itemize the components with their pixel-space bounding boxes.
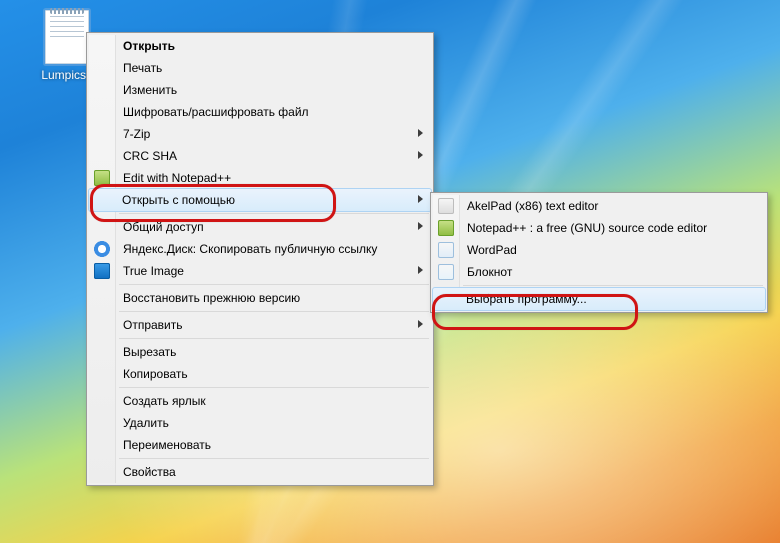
menu-item-restore-version[interactable]: Восстановить прежнюю версию (89, 287, 431, 309)
menu-item-crcsha[interactable]: CRC SHA (89, 145, 431, 167)
menu-separator (119, 387, 429, 388)
open-with-submenu: AkelPad (x86) text editor Notepad++ : a … (430, 192, 768, 313)
menu-item-sharing[interactable]: Общий доступ (89, 216, 431, 238)
menu-item-print[interactable]: Печать (89, 57, 431, 79)
chevron-right-icon (418, 195, 423, 203)
menu-item-properties[interactable]: Свойства (89, 461, 431, 483)
menu-item-yandex-disk[interactable]: Яндекс.Диск: Скопировать публичную ссылк… (89, 238, 431, 260)
menu-item-true-image[interactable]: True Image (89, 260, 431, 282)
submenu-item-akelpad[interactable]: AkelPad (x86) text editor (433, 195, 765, 217)
menu-separator (119, 213, 429, 214)
submenu-item-choose-program[interactable]: Выбрать программу... (432, 287, 766, 311)
notepad-icon (438, 264, 454, 280)
menu-separator (119, 458, 429, 459)
submenu-item-wordpad[interactable]: WordPad (433, 239, 765, 261)
menu-item-cut[interactable]: Вырезать (89, 341, 431, 363)
yandex-disk-icon (94, 241, 110, 257)
menu-item-copy[interactable]: Копировать (89, 363, 431, 385)
chevron-right-icon (418, 266, 423, 274)
menu-item-send-to[interactable]: Отправить (89, 314, 431, 336)
menu-item-encrypt[interactable]: Шифровать/расшифровать файл (89, 101, 431, 123)
menu-separator (119, 338, 429, 339)
submenu-item-notepad[interactable]: Блокнот (433, 261, 765, 283)
menu-item-delete[interactable]: Удалить (89, 412, 431, 434)
wordpad-icon (438, 242, 454, 258)
chevron-right-icon (418, 320, 423, 328)
notepad-file-icon (45, 10, 89, 64)
menu-item-open[interactable]: Открыть (89, 35, 431, 57)
menu-item-create-shortcut[interactable]: Создать ярлык (89, 390, 431, 412)
desktop: Lumpics.t Открыть Печать Изменить Шифров… (0, 0, 780, 543)
chevron-right-icon (418, 222, 423, 230)
menu-separator (119, 284, 429, 285)
menu-item-rename[interactable]: Переименовать (89, 434, 431, 456)
menu-separator (463, 285, 763, 286)
akelpad-icon (438, 198, 454, 214)
submenu-item-notepadpp[interactable]: Notepad++ : a free (GNU) source code edi… (433, 217, 765, 239)
chevron-right-icon (418, 151, 423, 159)
context-menu: Открыть Печать Изменить Шифровать/расшиф… (86, 32, 434, 486)
menu-separator (119, 311, 429, 312)
menu-item-edit[interactable]: Изменить (89, 79, 431, 101)
chevron-right-icon (418, 129, 423, 137)
notepadpp-icon (94, 170, 110, 186)
menu-item-edit-notepadpp[interactable]: Edit with Notepad++ (89, 167, 431, 189)
menu-item-7zip[interactable]: 7-Zip (89, 123, 431, 145)
notepadpp-icon (438, 220, 454, 236)
true-image-icon (94, 263, 110, 279)
menu-item-open-with[interactable]: Открыть с помощью (88, 188, 432, 212)
